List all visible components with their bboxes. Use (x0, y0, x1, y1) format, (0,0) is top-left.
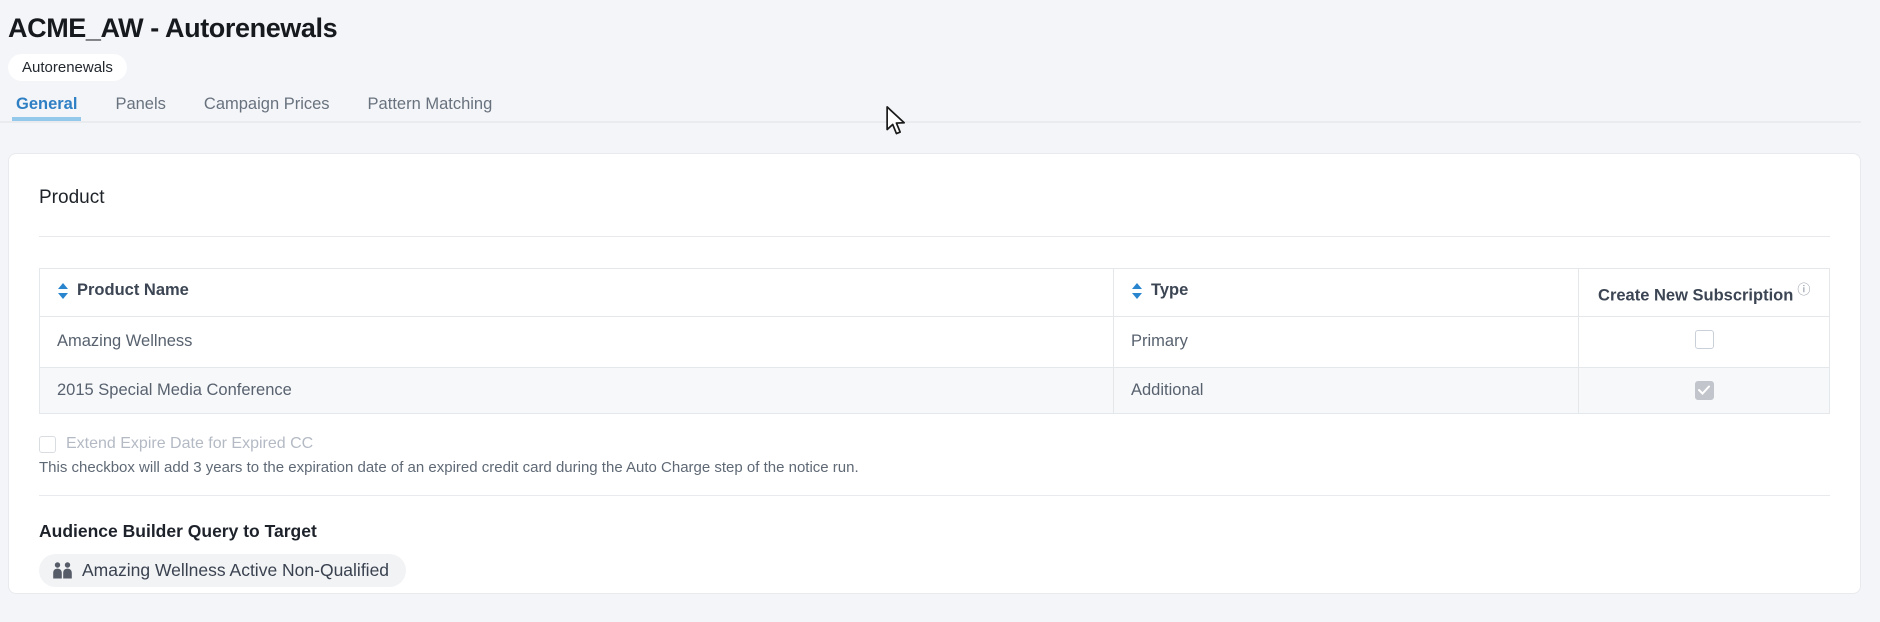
tab-panels[interactable]: Panels (111, 95, 169, 121)
cell-type: Additional (1114, 367, 1579, 414)
column-label: Create New Subscription (1598, 287, 1793, 305)
tab-pattern-matching[interactable]: Pattern Matching (364, 95, 497, 121)
people-icon (52, 562, 73, 579)
tab-general[interactable]: General (12, 95, 81, 121)
product-table: Product Name Type Create New Subscriptio… (39, 268, 1830, 414)
extend-expire-row: Extend Expire Date for Expired CC (39, 435, 1830, 453)
audience-heading: Audience Builder Query to Target (39, 521, 1830, 542)
info-icon[interactable]: ⓘ (1797, 282, 1810, 297)
extend-expire-checkbox[interactable] (39, 436, 56, 453)
page-header: ACME_AW - Autorenewals Autorenewals Gene… (0, 0, 1861, 123)
column-header-type[interactable]: Type (1114, 269, 1579, 317)
product-section-heading: Product (39, 187, 1830, 209)
product-card: Product Product Name (8, 153, 1861, 594)
table-row: Amazing Wellness Primary (40, 316, 1830, 367)
column-label: Product Name (77, 281, 189, 300)
sort-icon[interactable] (57, 283, 69, 299)
audience-query-label: Amazing Wellness Active Non-Qualified (82, 560, 389, 581)
create-subscription-checkbox[interactable] (1695, 330, 1714, 349)
heading-divider (39, 236, 1830, 237)
cell-create-new-subscription (1579, 367, 1830, 414)
tab-bar: General Panels Campaign Prices Pattern M… (8, 95, 1861, 121)
cell-create-new-subscription (1579, 316, 1830, 367)
section-divider (39, 495, 1830, 496)
sort-icon[interactable] (1131, 283, 1143, 299)
tab-campaign-prices[interactable]: Campaign Prices (200, 95, 334, 121)
column-label: Type (1151, 281, 1188, 300)
page-title: ACME_AW - Autorenewals (8, 13, 1861, 44)
column-header-product-name[interactable]: Product Name (40, 269, 1114, 317)
audience-query-tag[interactable]: Amazing Wellness Active Non-Qualified (39, 554, 406, 587)
table-row: 2015 Special Media Conference Additional (40, 367, 1830, 414)
cell-type: Primary (1114, 316, 1579, 367)
create-subscription-checkbox-checked (1695, 381, 1714, 400)
table-header-row: Product Name Type Create New Subscriptio… (40, 269, 1830, 317)
cell-product-name: 2015 Special Media Conference (40, 367, 1114, 414)
cell-product-name: Amazing Wellness (40, 316, 1114, 367)
autorenewals-badge: Autorenewals (8, 54, 127, 81)
column-header-create-new-subscription: Create New Subscription ⓘ (1579, 269, 1830, 317)
extend-expire-description: This checkbox will add 3 years to the ex… (39, 459, 1830, 476)
extend-expire-label: Extend Expire Date for Expired CC (66, 435, 313, 453)
